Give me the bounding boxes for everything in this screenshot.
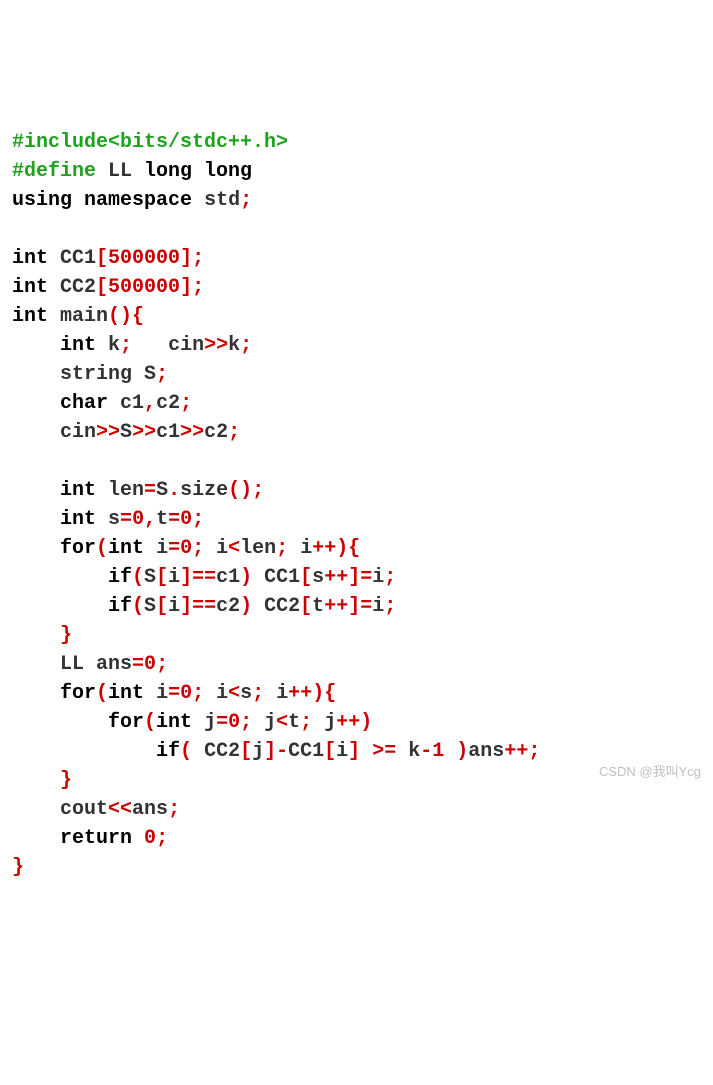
- code-line: for(int i=0; i<len; i++){: [12, 537, 360, 560]
- keyword-for: for: [60, 682, 96, 705]
- code-block: #include<bits/stdc++.h> #define LL long …: [12, 128, 701, 882]
- number: 500000: [108, 276, 180, 299]
- keyword-int: int: [60, 508, 96, 531]
- code-line: }: [12, 624, 72, 647]
- code-line: return 0;: [12, 827, 168, 850]
- number: 500000: [108, 247, 180, 270]
- code-line: #include<bits/stdc++.h>: [12, 131, 288, 154]
- keyword-int: int: [12, 276, 48, 299]
- code-line: if( CC2[j]-CC1[i] >= k-1 )ans++;: [12, 740, 540, 763]
- code-line: using namespace std;: [12, 189, 252, 212]
- bracket-open: [: [96, 276, 108, 299]
- preproc-include: #include: [12, 131, 108, 154]
- ident-cc1: CC1: [48, 247, 96, 270]
- ident-std: std: [192, 189, 240, 212]
- punct: (){: [108, 305, 144, 328]
- keyword-if: if: [156, 740, 180, 763]
- keyword-int: int: [60, 479, 96, 502]
- punct: ;: [240, 189, 252, 212]
- code-line: }: [12, 769, 72, 792]
- code-line: char c1,c2;: [12, 392, 192, 415]
- code-line: if(S[i]==c1) CC1[s++]=i;: [12, 566, 396, 589]
- code-line: }: [12, 856, 24, 879]
- keyword-longlong: long long: [144, 160, 252, 183]
- ident-cc2: CC2: [48, 276, 96, 299]
- include-header: <bits/stdc++.h>: [108, 131, 288, 154]
- bracket-close: ];: [180, 247, 204, 270]
- watermark-text: CSDN @我叫Ycg: [599, 763, 701, 782]
- code-line: if(S[i]==c2) CC2[t++]=i;: [12, 595, 396, 618]
- code-line: int len=S.size();: [12, 479, 264, 502]
- keyword-int: int: [12, 247, 48, 270]
- code-line: #define LL long long: [12, 160, 252, 183]
- bracket-close: ];: [180, 276, 204, 299]
- code-line: cout<<ans;: [12, 798, 180, 821]
- code-line: int CC2[500000];: [12, 276, 204, 299]
- code-line: int main(){: [12, 305, 144, 328]
- keyword-if: if: [108, 595, 132, 618]
- code-line: int k; cin>>k;: [12, 334, 252, 357]
- code-line: cin>>S>>c1>>c2;: [12, 421, 240, 444]
- brace-close: }: [60, 769, 72, 792]
- keyword-using: using: [12, 189, 72, 212]
- keyword-if: if: [108, 566, 132, 589]
- keyword-int: int: [12, 305, 48, 328]
- keyword-int: int: [60, 334, 96, 357]
- preproc-define: #define: [12, 160, 96, 183]
- keyword-for: for: [108, 711, 144, 734]
- brace-close: }: [60, 624, 72, 647]
- code-line: LL ans=0;: [12, 653, 168, 676]
- code-line: int s=0,t=0;: [12, 508, 204, 531]
- ident-main: main: [48, 305, 108, 328]
- code-line: for(int i=0; i<s; i++){: [12, 682, 336, 705]
- keyword-for: for: [60, 537, 96, 560]
- keyword-char: char: [60, 392, 108, 415]
- keyword-return: return: [60, 827, 132, 850]
- code-line: int CC1[500000];: [12, 247, 204, 270]
- bracket-open: [: [96, 247, 108, 270]
- keyword-namespace: namespace: [84, 189, 192, 212]
- brace-close: }: [12, 856, 24, 879]
- code-line: string S;: [12, 363, 168, 386]
- code-line: for(int j=0; j<t; j++): [12, 711, 372, 734]
- macro-name: LL: [96, 160, 144, 183]
